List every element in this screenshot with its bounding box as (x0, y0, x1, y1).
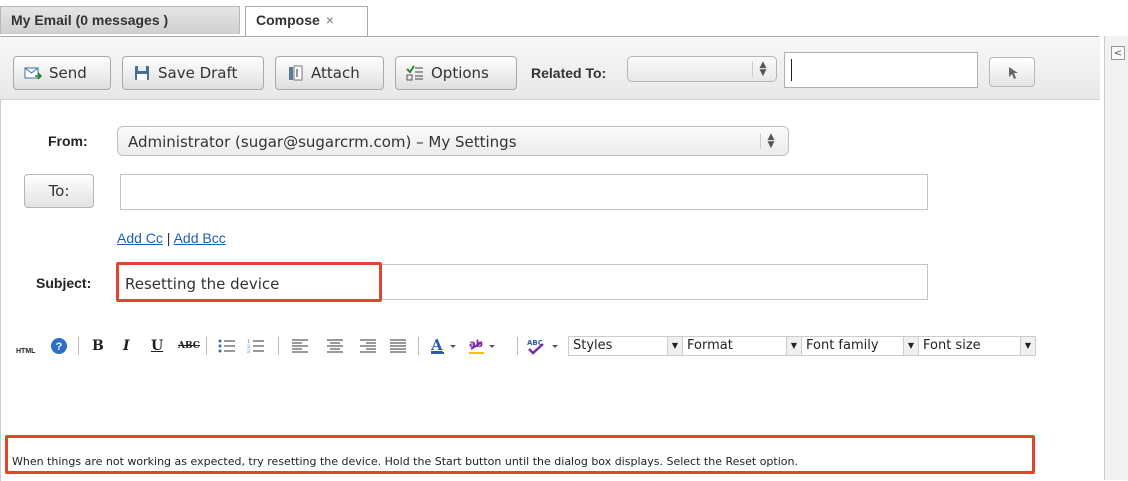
dropdown-arrow-icon: ▼ (903, 337, 918, 355)
styles-label: Styles (573, 338, 613, 353)
options-icon (406, 65, 424, 81)
text-color-icon[interactable]: A (430, 336, 458, 356)
font-size-label: Font size (923, 338, 981, 353)
from-label: From: (48, 133, 88, 149)
tab-my-email[interactable]: My Email (0 messages ) (0, 6, 240, 34)
font-family-label: Font family (806, 338, 879, 353)
toolbar-divider (278, 337, 279, 355)
to-input[interactable] (120, 174, 928, 210)
related-to-input[interactable] (784, 52, 978, 88)
collapse-panel-icon[interactable]: < (1111, 46, 1125, 60)
toolbar-divider (517, 337, 518, 355)
html-button[interactable]: HTML (16, 341, 35, 361)
help-icon[interactable]: ? (50, 336, 68, 356)
select-record-button[interactable] (989, 57, 1035, 87)
svg-text:?: ? (56, 341, 63, 353)
dropdown-arrow-icon: ▼ (667, 337, 682, 355)
paperclip-icon (286, 65, 304, 81)
related-to-select[interactable]: ▲ ▼ (627, 56, 777, 82)
options-button[interactable]: Options (395, 56, 517, 90)
italic-icon[interactable]: I (123, 336, 130, 356)
related-to-label: Related To: (531, 65, 607, 81)
tab-compose-label: Compose (256, 12, 320, 28)
font-size-dropdown[interactable]: Font size ▼ (918, 336, 1036, 356)
send-icon (24, 65, 43, 81)
align-left-icon[interactable] (292, 336, 308, 356)
tab-bar: My Email (0 messages ) Compose × (0, 0, 1128, 36)
link-separator: | (162, 230, 174, 246)
align-right-icon[interactable] (360, 336, 376, 356)
select-arrows-icon: ▲ ▼ (752, 61, 770, 78)
strikethrough-icon[interactable]: ABC (178, 336, 200, 356)
to-label: To: (48, 182, 70, 200)
underline-icon[interactable]: U (151, 336, 163, 356)
bullet-list-icon[interactable] (218, 336, 236, 356)
send-button[interactable]: Send (13, 56, 111, 90)
cursor-arrow-icon (1009, 67, 1018, 79)
side-panel (1104, 36, 1128, 480)
floppy-disk-icon (133, 65, 151, 81)
tab-my-email-label: My Email (0 messages ) (11, 12, 169, 28)
tab-compose[interactable]: Compose × (245, 6, 368, 36)
toolbar-divider (206, 337, 207, 355)
dropdown-arrow-icon: ▼ (1020, 337, 1035, 355)
bold-icon[interactable]: B (92, 336, 104, 356)
cc-bcc-links: Add Cc | Add Bcc (117, 230, 226, 246)
subject-label: Subject: (36, 275, 92, 291)
svg-text:A: A (430, 337, 443, 354)
highlight-color-icon[interactable]: ab (468, 336, 498, 356)
attach-button[interactable]: Attach (275, 56, 384, 90)
spellcheck-icon[interactable]: ABC (526, 336, 562, 356)
styles-dropdown[interactable]: Styles ▼ (568, 336, 683, 356)
svg-text:3: 3 (247, 349, 250, 354)
format-dropdown[interactable]: Format ▼ (682, 336, 802, 356)
body-highlight (5, 435, 1035, 474)
attach-label: Attach (311, 64, 360, 82)
select-arrows-icon: ▲ ▼ (760, 133, 778, 150)
toolbar-divider (78, 337, 79, 355)
font-family-dropdown[interactable]: Font family ▼ (801, 336, 919, 356)
align-center-icon[interactable] (327, 336, 343, 356)
subject-highlight (116, 262, 382, 302)
to-button[interactable]: To: (24, 174, 94, 208)
save-draft-button[interactable]: Save Draft (122, 56, 264, 90)
editor-toolbar: HTML ? B I U ABC 123 A ab ABC Styles ▼ Fo… (0, 330, 1098, 360)
format-label: Format (687, 338, 733, 353)
from-value: Administrator (sugar@sugarcrm.com) – My … (128, 133, 517, 151)
from-select[interactable]: Administrator (sugar@sugarcrm.com) – My … (117, 126, 789, 156)
align-justify-icon[interactable] (390, 336, 406, 356)
options-label: Options (431, 64, 489, 82)
numbered-list-icon[interactable]: 123 (247, 336, 265, 356)
add-bcc-link[interactable]: Add Bcc (174, 230, 226, 246)
toolbar-divider (418, 337, 419, 355)
add-cc-link[interactable]: Add Cc (117, 230, 163, 246)
save-draft-label: Save Draft (158, 64, 238, 82)
close-tab-icon[interactable]: × (326, 12, 334, 28)
send-label: Send (49, 64, 87, 82)
dropdown-arrow-icon: ▼ (786, 337, 801, 355)
